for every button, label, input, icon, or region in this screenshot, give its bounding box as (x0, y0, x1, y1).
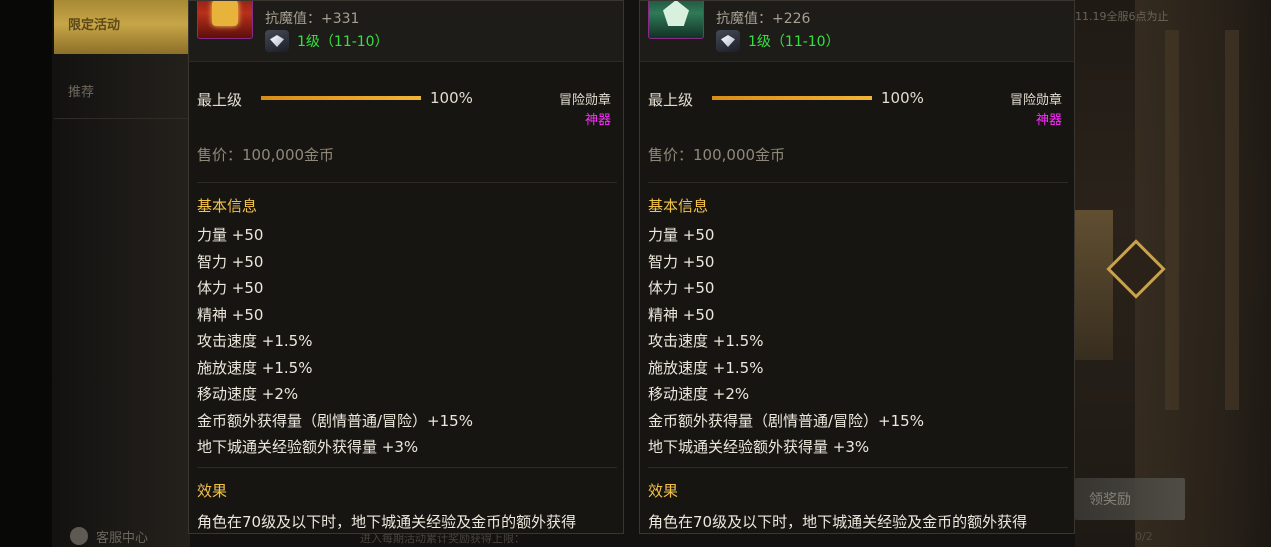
red-emblem-icon (197, 1, 253, 39)
sidebar-tab-limited-event[interactable]: 限定活动 (54, 0, 192, 54)
stat-line: 施放速度 +1.5% (197, 358, 313, 377)
stat-line: 体力 +50 (197, 279, 264, 297)
sell-price: 售价：100,000金币 (197, 146, 335, 164)
basic-info-title: 基本信息 (648, 197, 709, 215)
grade-label: 最上级 (197, 91, 243, 109)
sidebar-tab-recommend[interactable]: 推荐 (54, 70, 190, 119)
stat-line: 攻击速度 +1.5% (197, 332, 313, 350)
stat-line: 地下城通关经验额外获得量 +3% (648, 438, 870, 456)
event-deadline-note: 11.19全服6点为止 (1075, 10, 1169, 23)
stat-line: 力量 +50 (648, 226, 715, 244)
item-rarity: 神器 (584, 113, 611, 128)
reward-banner (1075, 210, 1113, 360)
sell-price: 售价：100,000金币 (648, 146, 786, 164)
enhance-level-row: 1级（11-10） (716, 30, 840, 52)
grade-progress-bar (261, 96, 421, 100)
magic-resist: 抗魔值：+226 (716, 11, 811, 27)
right-background: 11.19全服6点为止 领奖励 (1075, 0, 1271, 547)
stat-line: 智力 +50 (197, 252, 264, 271)
effect-description: 角色在70级及以下时，地下城通关经验及金币的额外获得 (197, 513, 577, 531)
stat-line: 力量 +50 (197, 226, 264, 244)
reward-limit-count: 0/2 (1135, 530, 1153, 543)
stat-line: 攻击速度 +1.5% (648, 332, 764, 350)
grade-percent: 100% (430, 89, 473, 107)
stat-line: 移动速度 +2% (197, 385, 299, 403)
stat-line: 智力 +50 (648, 252, 715, 271)
item-category: 冒险勋章 (1009, 93, 1062, 108)
diamond-gem-icon (716, 30, 740, 52)
effect-description: 角色在70级及以下时，地下城通关经验及金币的额外获得 (648, 513, 1028, 531)
magic-resist: 抗魔值：+331 (265, 11, 360, 27)
enhance-level-row: 1级（11-10） (265, 30, 389, 52)
divider (197, 467, 617, 468)
stat-list: 力量 +50 智力 +50 体力 +50 精神 +50 攻击速度 +1.5% 施… (197, 225, 473, 464)
headset-icon (70, 527, 88, 545)
claim-reward-label: 领奖励 (1089, 492, 1131, 508)
stat-list: 力量 +50 智力 +50 体力 +50 精神 +50 攻击速度 +1.5% 施… (648, 225, 924, 464)
item-tooltip-card: 抗魔值：+226 1级（11-10） 最上级 100% 冒险勋章 神器 售价：1… (639, 0, 1075, 534)
tooltip-header: 抗魔值：+331 1级（11-10） (189, 1, 623, 62)
green-emblem-icon (648, 1, 704, 39)
divider (648, 467, 1068, 468)
grade-progress-bar (712, 96, 872, 100)
grade-row: 最上级 100% 冒险勋章 神器 (197, 89, 611, 129)
background-pillar (1225, 30, 1239, 410)
grade-label: 最上级 (648, 91, 694, 109)
item-rarity: 神器 (1035, 113, 1062, 128)
enhance-level: 1级（11-10） (748, 34, 840, 50)
diamond-gem-icon (265, 30, 289, 52)
background-pillar (1165, 30, 1179, 410)
stat-line: 体力 +50 (648, 279, 715, 297)
enhance-level: 1级（11-10） (297, 34, 389, 50)
grade-percent: 100% (881, 89, 924, 107)
grade-row: 最上级 100% 冒险勋章 神器 (648, 89, 1062, 129)
item-tooltip-card: 抗魔值：+331 1级（11-10） 最上级 100% 冒险勋章 神器 售价：1… (188, 0, 624, 534)
stat-line: 精神 +50 (197, 305, 264, 324)
effect-title: 效果 (197, 482, 228, 500)
item-category: 冒险勋章 (558, 93, 611, 108)
stat-line: 地下城通关经验额外获得量 +3% (197, 438, 419, 456)
tooltip-header: 抗魔值：+226 1级（11-10） (640, 1, 1074, 62)
sidebar-tab-label: 推荐 (68, 85, 95, 100)
divider (648, 182, 1068, 183)
stat-line: 金币额外获得量（剧情普通/冒险）+15% (197, 411, 473, 430)
basic-info-title: 基本信息 (197, 197, 258, 215)
claim-reward-button[interactable]: 领奖励 (1075, 478, 1185, 520)
stat-line: 精神 +50 (648, 305, 715, 324)
sidebar-tab-label: 限定活动 (68, 18, 121, 33)
stat-line: 移动速度 +2% (648, 385, 750, 403)
service-center-label: 客服中心 (96, 530, 149, 546)
service-center-button[interactable]: 客服中心 (70, 525, 148, 547)
stat-line: 金币额外获得量（剧情普通/冒险）+15% (648, 411, 924, 430)
effect-title: 效果 (648, 482, 679, 500)
divider (197, 182, 617, 183)
stat-line: 施放速度 +1.5% (648, 358, 764, 377)
